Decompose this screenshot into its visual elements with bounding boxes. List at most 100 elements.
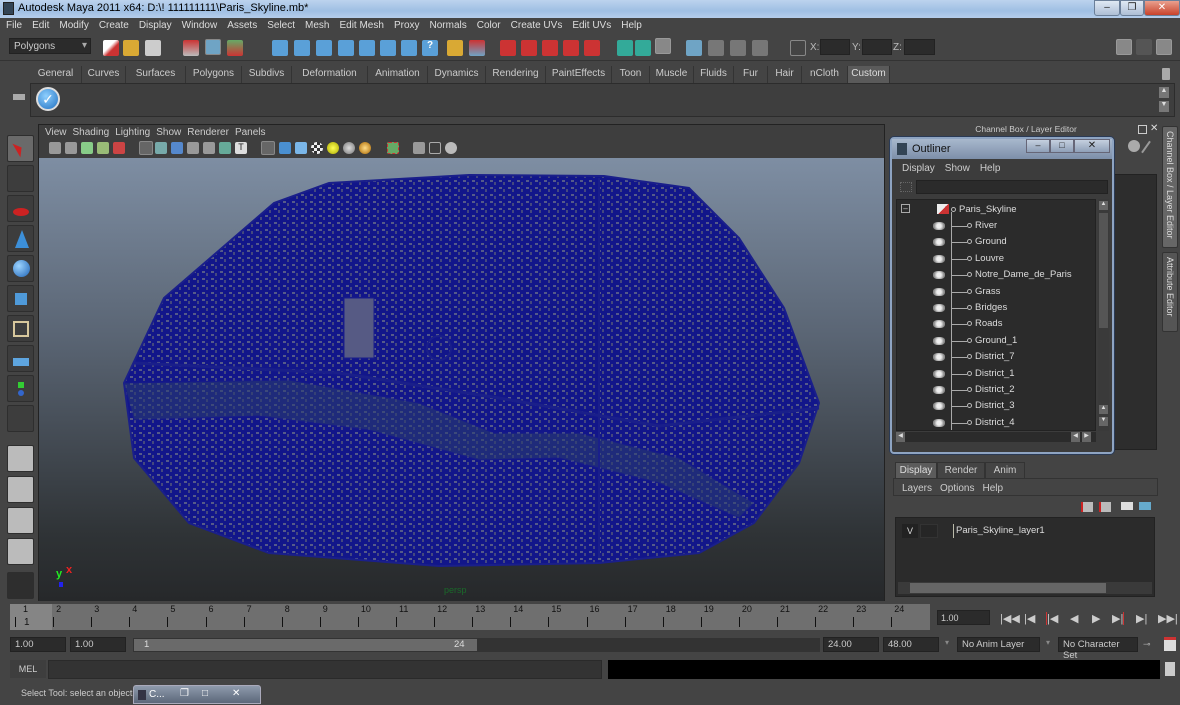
field-chart-icon[interactable] [203, 142, 215, 154]
menu-help[interactable]: Help [615, 18, 646, 31]
single-perspective-layout-icon[interactable] [7, 445, 34, 472]
trash-icon[interactable] [1162, 68, 1170, 80]
rotate-tool-icon[interactable] [7, 255, 34, 282]
channel-list[interactable] [1112, 174, 1157, 450]
layer-type-toggle[interactable] [920, 524, 938, 538]
resolution-gate-icon[interactable] [171, 142, 183, 154]
scroll-up-icon[interactable]: ▲ [1099, 201, 1108, 210]
open-scene-icon[interactable] [123, 40, 139, 56]
make-live-icon[interactable] [359, 40, 375, 56]
key-icon[interactable]: ⊸ [1143, 639, 1151, 650]
shelf-tab-muscle[interactable]: Muscle [650, 66, 694, 83]
layer-tab-display[interactable]: Display [895, 462, 937, 478]
outliner-vertical-scrollbar[interactable]: ▲ ▲ ▼ [1098, 199, 1109, 431]
render-view-icon[interactable] [708, 40, 724, 56]
soft-mod-tool-icon[interactable] [7, 345, 34, 372]
snap-point-icon[interactable] [316, 40, 332, 56]
shelf-tab-dynamics[interactable]: Dynamics [428, 66, 486, 83]
construction-history-icon[interactable] [500, 40, 516, 56]
tree-row[interactable]: River [897, 218, 1095, 234]
layer-visibility-toggle[interactable]: V [902, 524, 918, 538]
shelf-tab-rendering[interactable]: Rendering [486, 66, 546, 83]
shelf-tab-toon[interactable]: Toon [612, 66, 650, 83]
safe-action-icon[interactable] [219, 142, 231, 154]
layer-tab-render[interactable]: Render [937, 462, 985, 478]
float-panel-icon[interactable] [1138, 125, 1147, 134]
menu-color[interactable]: Color [471, 18, 505, 31]
menu-proxy[interactable]: Proxy [388, 18, 424, 31]
layer-color-swatch[interactable] [942, 524, 954, 538]
select-object-icon[interactable] [205, 39, 221, 55]
close-panel-icon[interactable]: ✕ [1150, 123, 1158, 134]
menu-display[interactable]: Display [133, 18, 176, 31]
shadows-icon[interactable] [359, 142, 371, 154]
textured-icon[interactable] [311, 142, 323, 154]
smooth-shade-icon[interactable] [279, 142, 291, 154]
menu-window[interactable]: Window [176, 18, 222, 31]
x-field[interactable] [820, 39, 850, 55]
new-layer-icon[interactable] [1099, 502, 1111, 512]
animation-end-field[interactable]: 48.00 [883, 637, 939, 652]
lasso-tool-icon[interactable] [7, 165, 34, 192]
layer-horizontal-scrollbar[interactable] [898, 582, 1152, 594]
tree-row[interactable]: Bridges [897, 300, 1095, 316]
current-time-field[interactable]: 1.00 [937, 610, 990, 625]
anim-layer-dropdown-icon[interactable]: ▾ [945, 638, 949, 647]
snap-icon-2[interactable] [401, 40, 417, 56]
snap-curve-icon[interactable] [294, 40, 310, 56]
animation-prefs-icon[interactable] [1164, 637, 1176, 651]
step-forward-frame-button[interactable]: ▶| [1112, 612, 1125, 625]
shelf-tab-general[interactable]: General [30, 66, 82, 83]
step-back-frame-button[interactable]: |◀ [1046, 612, 1058, 625]
y-field[interactable] [862, 39, 892, 55]
channel-box-toggle-icon[interactable] [1156, 39, 1172, 55]
tree-row[interactable]: Roads [897, 316, 1095, 332]
magnet-live-icon[interactable] [584, 40, 600, 56]
save-scene-icon[interactable] [145, 40, 161, 56]
tab-attribute-editor[interactable]: Attribute Editor [1162, 252, 1178, 332]
camera-attributes-icon[interactable] [65, 142, 77, 154]
new-scene-icon[interactable] [103, 40, 119, 56]
layer-tab-anim[interactable]: Anim [985, 462, 1025, 478]
viewport-menu-show[interactable]: Show [156, 127, 181, 138]
outliner-menu-help[interactable]: Help [980, 163, 1001, 174]
scroll-thumb[interactable] [1099, 213, 1108, 328]
last-tool-slot[interactable] [7, 405, 34, 432]
wireframe-on-shaded-icon[interactable] [295, 142, 307, 154]
lock-icon[interactable] [447, 40, 463, 56]
shelf-tab-animation[interactable]: Animation [368, 66, 428, 83]
layer-options-icon[interactable] [1139, 502, 1151, 510]
minimized-window[interactable]: C... ❐ □ ✕ [133, 685, 261, 704]
character-set-field[interactable]: No Character Set [1058, 637, 1138, 661]
shelf-tab-custom[interactable]: Custom [848, 66, 890, 83]
outliner-close-button[interactable]: ✕ [1074, 139, 1110, 153]
tree-row[interactable]: Grass [897, 284, 1095, 300]
help-icon[interactable]: ? [422, 40, 438, 56]
close-button[interactable]: ✕ [1144, 0, 1180, 16]
menu-modify[interactable]: Modify [53, 18, 92, 31]
magnet-point-icon[interactable] [542, 40, 558, 56]
viewport-canvas[interactable]: y x persp [39, 158, 884, 601]
layer-scroll-thumb[interactable] [910, 583, 1106, 593]
tree-row[interactable]: Ground_1 [897, 333, 1095, 349]
play-backwards-button[interactable]: ◀ [1070, 612, 1078, 625]
menu-edit-uvs[interactable]: Edit UVs [566, 18, 615, 31]
menu-file[interactable]: File [0, 18, 26, 31]
shelf-tab-fluids[interactable]: Fluids [694, 66, 734, 83]
outliner-horizontal-scrollbar[interactable]: ◀ ◀ ▶ [896, 432, 1096, 442]
attribute-editor-toggle-icon[interactable] [1116, 39, 1132, 55]
tree-row[interactable]: District_4 [897, 415, 1095, 430]
menuset-dropdown[interactable]: Polygons ▾ [9, 38, 91, 54]
character-set-dropdown-icon[interactable]: ▾ [1046, 638, 1050, 647]
viewport-menu-lighting[interactable]: Lighting [115, 127, 150, 138]
hypershade-icon[interactable] [686, 40, 702, 56]
gate-mask-icon[interactable] [187, 142, 199, 154]
range-slider[interactable]: 1 24 [133, 638, 478, 652]
menu-edit-mesh[interactable]: Edit Mesh [333, 18, 387, 31]
render-frame-icon[interactable] [617, 40, 633, 56]
mel-input[interactable] [48, 660, 602, 679]
scroll-left-icon-2[interactable]: ◀ [1071, 432, 1080, 442]
menu-edit[interactable]: Edit [26, 18, 53, 31]
script-editor-icon[interactable] [1165, 662, 1175, 676]
time-slider[interactable]: 1 1 2 3 4 5 6 7 8 9 10 11 12 13 14 15 16 17 18 19 20 21 22 23 2… [10, 604, 930, 630]
